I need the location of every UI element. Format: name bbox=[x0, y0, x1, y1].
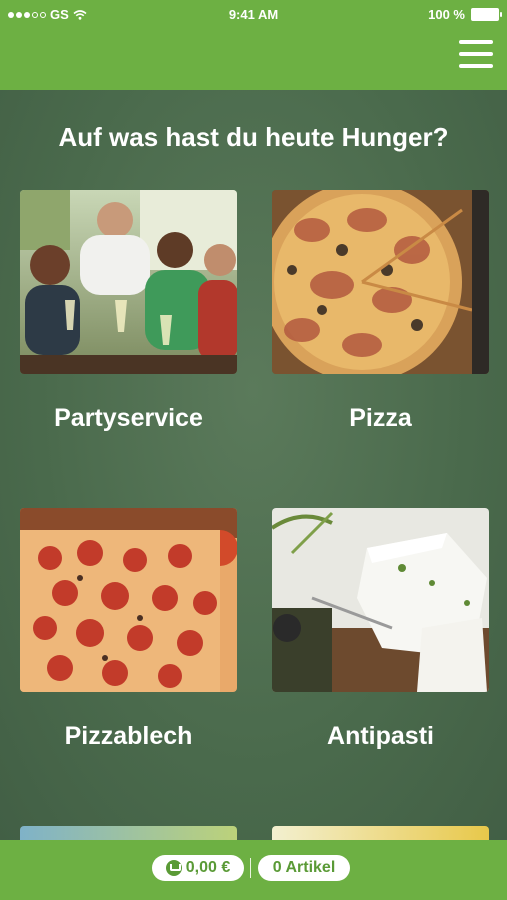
category-label: Pizza bbox=[349, 404, 412, 432]
cart-items-count: 0 Artikel bbox=[272, 859, 336, 876]
category-label: Pizzablech bbox=[64, 722, 193, 750]
category-card-antipasti[interactable]: Antipasti bbox=[272, 508, 489, 750]
pizza-photo[interactable] bbox=[272, 190, 489, 374]
category-card-partial[interactable] bbox=[272, 826, 489, 840]
status-bar: GS 9:41 AM 100 % bbox=[0, 0, 507, 28]
category-card-pizzablech[interactable]: Pizzablech bbox=[20, 508, 237, 750]
cart-bar: 0,00 € 0 Artikel bbox=[0, 840, 507, 900]
cart-total-button[interactable]: 0,00 € bbox=[152, 855, 244, 881]
page-title: Auf was hast du heute Hunger? bbox=[58, 122, 449, 152]
cart-price: 0,00 € bbox=[185, 859, 231, 876]
party-photo[interactable] bbox=[20, 190, 237, 374]
hamburger-menu-icon[interactable] bbox=[459, 40, 493, 70]
category-label: Antipasti bbox=[327, 722, 434, 750]
tray-pizza-photo[interactable] bbox=[20, 508, 237, 692]
category-card-partyservice[interactable]: Partyservice bbox=[20, 190, 237, 432]
category-grid: Auf was hast du heute Hunger? Partyservi… bbox=[0, 90, 507, 840]
feta-photo[interactable] bbox=[272, 508, 489, 692]
category-label: Partyservice bbox=[54, 404, 203, 432]
status-right: 100 % bbox=[428, 7, 502, 22]
category-card-pizza[interactable]: Pizza bbox=[272, 190, 489, 432]
cart-items-button[interactable]: 0 Artikel bbox=[258, 855, 350, 881]
divider bbox=[250, 858, 251, 878]
category-card-partial[interactable] bbox=[20, 826, 237, 840]
battery-label: 100 % bbox=[428, 7, 465, 22]
top-bar: GS 9:41 AM 100 % bbox=[0, 0, 507, 90]
battery-icon bbox=[471, 8, 502, 21]
cart-icon bbox=[165, 860, 182, 876]
